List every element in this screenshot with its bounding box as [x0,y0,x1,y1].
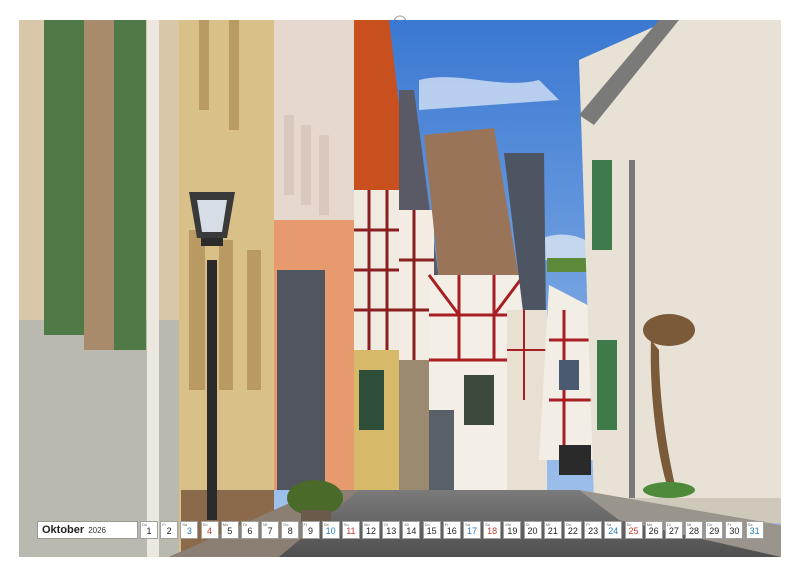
day-number: 27 [668,526,679,536]
day-number: 25 [628,526,639,536]
day-number: 16 [446,526,457,536]
month-name: Oktober [42,524,85,536]
day-cell: Mi 21 [543,521,562,539]
day-cell: Do 15 [422,521,441,539]
day-number: 2 [166,526,172,536]
day-number: 31 [749,526,760,536]
day-cell: Fr 23 [584,521,603,539]
day-number: 13 [386,526,397,536]
day-number: 12 [366,526,377,536]
day-number: 17 [466,526,477,536]
day-cell: Mo 5 [220,521,239,539]
day-cell: Mi 7 [261,521,280,539]
day-grid: Do 1 Fr 2 Sa 3 So 4 Mo 5 Di 6 Mi 7 Do 8 Fr 9 Sa 10 So 11 Mo 12 D… [140,521,766,539]
day-number: 19 [507,526,518,536]
day-cell: Sa 24 [604,521,623,539]
day-cell: So 18 [483,521,502,539]
day-number: 11 [346,526,356,536]
day-cell: Fr 30 [725,521,744,539]
day-cell: Mo 19 [503,521,522,539]
day-cell: Sa 10 [321,521,340,539]
day-cell: Sa 17 [463,521,481,539]
day-cell: Di 20 [523,521,542,539]
day-number: 20 [527,526,538,536]
day-cell: Do 1 [140,521,158,539]
day-cell: So 25 [624,521,643,539]
day-number: 1 [146,526,152,536]
calendar-strip: Oktober 2026 Do 1 Fr 2 Sa 3 So 4 Mo 5 Di 6 Mi 7 Do 8 Fr 9… [37,521,766,539]
day-number: 8 [287,526,293,536]
day-cell: Mo 26 [644,521,663,539]
day-cell: Sa 31 [745,521,764,539]
day-number: 3 [186,526,192,536]
day-number: 24 [608,526,619,536]
day-number: 7 [267,526,273,536]
day-cell: Fr 2 [160,521,179,539]
day-cell: Do 8 [281,521,300,539]
day-number: 23 [588,526,599,536]
month-year: 2026 [88,525,106,535]
day-cell: Do 29 [705,521,724,539]
day-number: 22 [567,526,578,536]
day-cell: Mo 12 [362,521,381,539]
day-cell: So 11 [341,521,360,539]
month-label: Oktober 2026 [37,521,138,539]
day-number: 9 [307,526,313,536]
day-cell: So 4 [200,521,219,539]
day-number: 10 [325,526,336,536]
day-number: 21 [547,526,558,536]
day-number: 18 [487,526,498,536]
day-cell: Fr 16 [442,521,461,539]
day-number: 26 [648,526,659,536]
day-cell: Fr 9 [301,521,320,539]
day-number: 5 [227,526,233,536]
day-number: 14 [406,526,417,536]
day-cell: Mi 28 [685,521,704,539]
day-number: 28 [689,526,700,536]
day-number: 30 [729,526,740,536]
day-cell: Sa 3 [180,521,199,539]
day-cell: Di 27 [664,521,683,539]
day-cell: Do 22 [563,521,582,539]
day-number: 29 [709,526,720,536]
day-cell: Di 13 [382,521,401,539]
day-cell: Di 6 [240,521,259,539]
calendar-page: Oktober 2026 Do 1 Fr 2 Sa 3 So 4 Mo 5 Di 6 Mi 7 Do 8 Fr 9… [0,0,800,577]
day-number: 6 [247,526,253,536]
day-cell: Mi 14 [402,521,421,539]
day-number: 15 [426,526,437,536]
day-number: 4 [207,526,213,536]
street-photo [19,20,781,557]
